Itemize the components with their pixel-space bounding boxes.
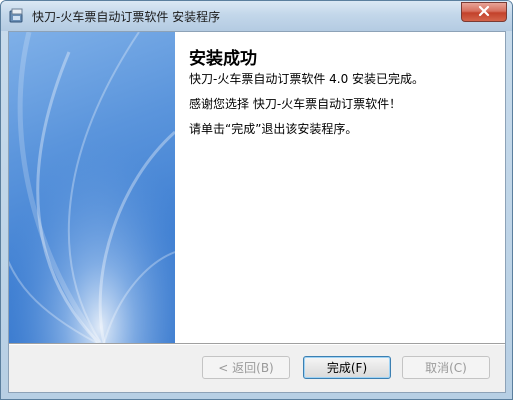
title-bar[interactable]: 快刀-火车票自动订票软件 安装程序 <box>1 1 512 31</box>
back-button[interactable]: < 返回(B) <box>202 356 290 379</box>
cancel-button[interactable]: 取消(C) <box>402 356 490 379</box>
wizard-footer: < 返回(B) 完成(F) 取消(C) <box>9 345 505 392</box>
close-button[interactable] <box>461 2 507 22</box>
banner-swirl-graphic <box>9 32 175 343</box>
wizard-side-banner <box>9 32 175 343</box>
page-title: 安装成功 <box>189 49 257 69</box>
install-complete-text: 快刀-火车票自动订票软件 4.0 安装已完成。 <box>189 72 425 86</box>
instruction-text: 请单击“完成”退出该安装程序。 <box>189 122 358 136</box>
close-icon <box>477 5 491 20</box>
thank-you-text: 感谢您选择 快刀-火车票自动订票软件！ <box>189 97 402 111</box>
finish-button[interactable]: 完成(F) <box>303 356 391 379</box>
installer-window: 快刀-火车票自动订票软件 安装程序 安装成功 快刀-火车票自动订票软件 4.0 … <box>0 0 513 400</box>
window-title: 快刀-火车票自动订票软件 安装程序 <box>32 10 221 24</box>
wizard-content: 安装成功 快刀-火车票自动订票软件 4.0 安装已完成。 感谢您选择 快刀-火车… <box>175 32 505 343</box>
wizard-client-area: 安装成功 快刀-火车票自动订票软件 4.0 安装已完成。 感谢您选择 快刀-火车… <box>8 31 506 393</box>
installer-app-icon <box>9 8 25 24</box>
